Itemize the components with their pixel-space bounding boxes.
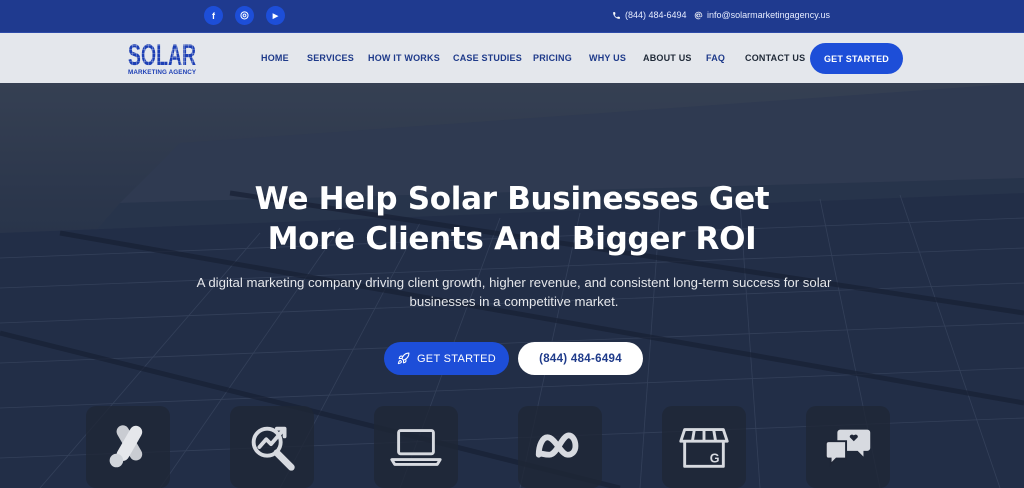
nav-faq[interactable]: FAQ (706, 53, 725, 63)
rocket-icon (397, 352, 410, 365)
nav-why-us[interactable]: WHY US (589, 53, 626, 63)
seo-analytics-icon (251, 426, 295, 471)
nav-contact-us[interactable]: CONTACT US (745, 53, 805, 63)
hero-get-started-button[interactable]: GET STARTED (384, 342, 509, 375)
at-sign-icon (694, 11, 703, 19)
social-engagement-tile[interactable] (806, 406, 890, 488)
instagram-icon[interactable]: ◎ (235, 6, 254, 25)
top-bar: f ◎ ▶ (844) 484-6494 info@solarmarketing… (0, 0, 1024, 33)
nav-home[interactable]: HOME (261, 53, 289, 63)
hero-title: We Help Solar Businesses Get More Client… (0, 179, 1024, 259)
youtube-icon[interactable]: ▶ (266, 6, 285, 25)
hero-subtitle-line-2: businesses in a competitive market. (409, 294, 619, 309)
hero-title-line-2: More Clients And Bigger ROI (267, 221, 757, 257)
nav-pricing[interactable]: PRICING (533, 53, 572, 63)
seo-tile[interactable] (230, 406, 314, 488)
topbar-phone[interactable]: (844) 484-6494 (612, 10, 687, 20)
nav-about-us[interactable]: ABOUT US (643, 53, 692, 63)
hero-title-line-1: We Help Solar Businesses Get (254, 181, 770, 217)
web-design-laptop-icon (390, 429, 442, 466)
solar-wordmark: SOLAR (128, 41, 196, 68)
hero-get-started-label: GET STARTED (416, 352, 497, 365)
svg-text:SOLAR: SOLAR (128, 41, 196, 68)
svg-text:G: G (710, 451, 720, 465)
logo-subtitle: MARKETING AGENCY (128, 69, 197, 76)
web-design-tile[interactable] (374, 406, 458, 488)
topbar-phone-text: (844) 484-6494 (625, 10, 687, 20)
facebook-icon[interactable]: f (204, 6, 223, 25)
social-engagement-icon (824, 429, 871, 467)
google-business-profile-icon: G (679, 428, 729, 468)
topbar-email[interactable]: info@solarmarketingagency.us (694, 10, 830, 20)
nav-how-it-works[interactable]: HOW IT WORKS (368, 53, 440, 63)
meta-ads-tile[interactable] (518, 406, 602, 488)
hero-subtitle: A digital marketing company driving clie… (190, 273, 838, 311)
solar-logo[interactable]: SOLAR MARKETING AGENCY (128, 41, 198, 77)
google-ads-icon (109, 425, 143, 468)
hero-phone-button[interactable]: (844) 484-6494 (518, 342, 643, 375)
nav-services[interactable]: SERVICES (307, 53, 354, 63)
main-navbar: SOLAR MARKETING AGENCY HOME SERVICES HOW… (0, 33, 1024, 83)
google-ads-tile[interactable] (86, 406, 170, 488)
google-business-tile[interactable]: G (662, 406, 746, 488)
hero-subtitle-line-1: A digital marketing company driving clie… (196, 275, 832, 290)
hero-section: We Help Solar Businesses Get More Client… (0, 83, 1024, 488)
phone-icon (613, 11, 620, 19)
nav-case-studies[interactable]: CASE STUDIES (453, 53, 522, 63)
topbar-email-text: info@solarmarketingagency.us (707, 10, 831, 20)
meta-ads-icon (535, 432, 579, 458)
nav-get-started-button[interactable]: GET STARTED (810, 43, 903, 74)
